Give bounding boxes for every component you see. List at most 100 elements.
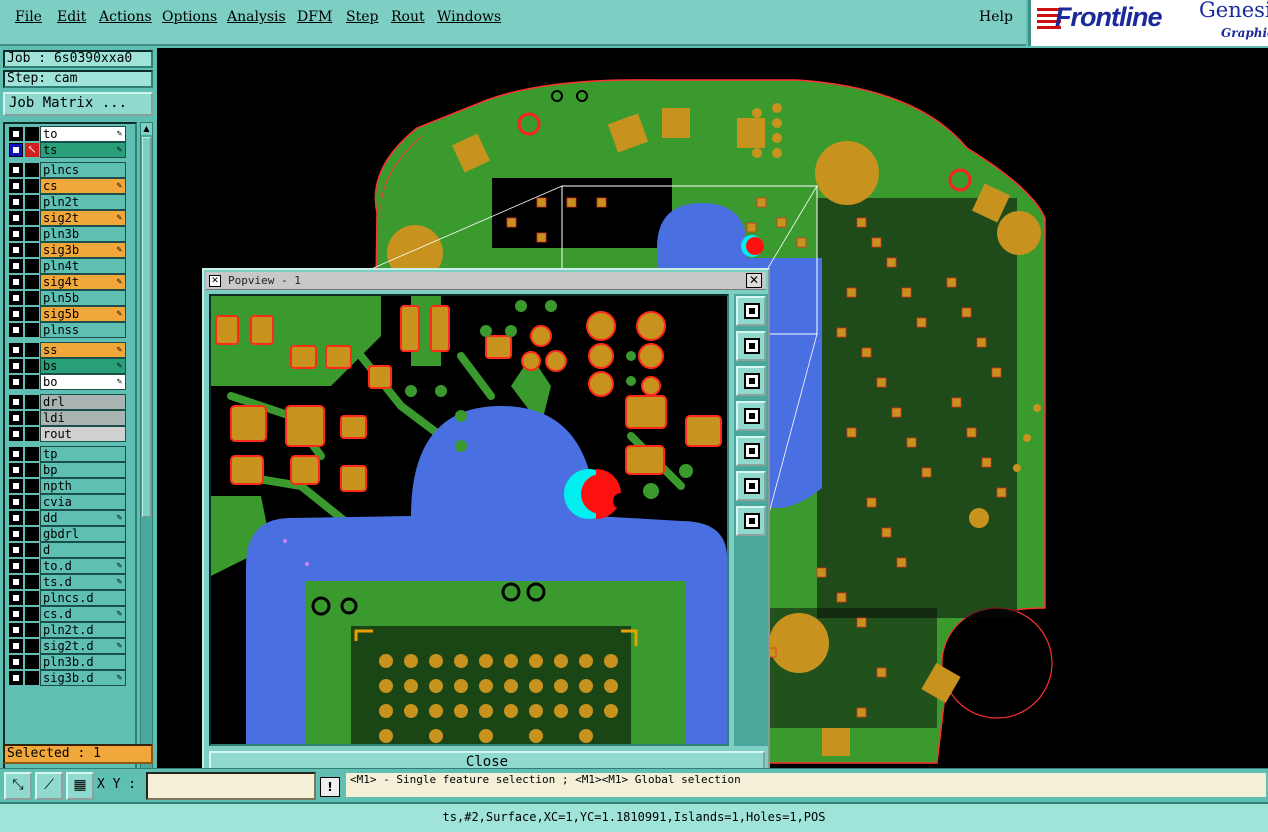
work-layer-arrow-icon[interactable]: ↖: [25, 143, 39, 157]
layer-checkbox[interactable]: [9, 307, 23, 321]
layer-row-bs[interactable]: bs ✎: [5, 358, 135, 374]
menu-step[interactable]: Step: [346, 9, 378, 25]
layer-checkbox[interactable]: [9, 211, 23, 225]
layer-name[interactable]: tp: [40, 446, 126, 462]
layer-row-cvia[interactable]: cvia: [5, 494, 135, 510]
layer-affected-indicator[interactable]: [25, 259, 39, 273]
layer-row-pln2t.d[interactable]: pln2t.d: [5, 622, 135, 638]
layer-row-pln4t[interactable]: pln4t: [5, 258, 135, 274]
layer-row-rout[interactable]: rout: [5, 426, 135, 442]
popview-titlebar[interactable]: ✕ Popview - 1 ✕: [206, 272, 766, 290]
layer-checkbox[interactable]: [9, 243, 23, 257]
layer-name[interactable]: pln5b: [40, 290, 126, 306]
layer-row-sig3b.d[interactable]: sig3b.d ✎: [5, 670, 135, 686]
layer-checkbox[interactable]: [9, 591, 23, 605]
layer-name[interactable]: npth: [40, 478, 126, 494]
layer-row-ts[interactable]: ↖ ts ✎: [5, 142, 135, 158]
layer-affected-indicator[interactable]: [25, 211, 39, 225]
layer-name[interactable]: sig3b ✎: [40, 242, 126, 258]
layer-name[interactable]: bo ✎: [40, 374, 126, 390]
layer-affected-indicator[interactable]: [25, 179, 39, 193]
layer-row-cs[interactable]: cs ✎: [5, 178, 135, 194]
scroll-up-icon[interactable]: ▲: [141, 123, 152, 135]
layer-affected-indicator[interactable]: [25, 511, 39, 525]
layer-row-npth[interactable]: npth: [5, 478, 135, 494]
layer-name[interactable]: rout: [40, 426, 126, 442]
layer-affected-indicator[interactable]: [25, 323, 39, 337]
layer-row-sig4t[interactable]: sig4t ✎: [5, 274, 135, 290]
layer-name[interactable]: sig3b.d ✎: [40, 670, 126, 686]
layer-name[interactable]: gbdrl: [40, 526, 126, 542]
layer-name[interactable]: pln3b.d: [40, 654, 126, 670]
pan-right-icon[interactable]: [736, 436, 766, 466]
layer-affected-indicator[interactable]: [25, 479, 39, 493]
layer-affected-indicator[interactable]: [25, 543, 39, 557]
layer-checkbox[interactable]: [9, 607, 23, 621]
layer-name[interactable]: pln3b: [40, 226, 126, 242]
layer-row-pln3b[interactable]: pln3b: [5, 226, 135, 242]
layer-name[interactable]: sig2t ✎: [40, 210, 126, 226]
layer-checkbox[interactable]: [9, 359, 23, 373]
zoom-in-icon[interactable]: [736, 471, 766, 501]
layer-checkbox[interactable]: [9, 511, 23, 525]
layer-checkbox[interactable]: [9, 195, 23, 209]
layer-name[interactable]: dd ✎: [40, 510, 126, 526]
layer-row-sig5b[interactable]: sig5b ✎: [5, 306, 135, 322]
menu-actions[interactable]: Actions: [99, 9, 152, 25]
layer-checkbox[interactable]: [9, 343, 23, 357]
close-icon[interactable]: ✕: [746, 273, 762, 288]
layer-checkbox[interactable]: [9, 671, 23, 685]
layer-name[interactable]: to ✎: [40, 126, 126, 142]
xy-input[interactable]: [146, 772, 316, 800]
layer-name[interactable]: to.d ✎: [40, 558, 126, 574]
layer-affected-indicator[interactable]: [25, 275, 39, 289]
layer-name[interactable]: cvia: [40, 494, 126, 510]
layer-checkbox[interactable]: [9, 463, 23, 477]
layer-name[interactable]: cs.d ✎: [40, 606, 126, 622]
layer-row-sig2t[interactable]: sig2t ✎: [5, 210, 135, 226]
layer-name[interactable]: plncs: [40, 162, 126, 178]
zoom-out-icon[interactable]: [736, 506, 766, 536]
menu-edit[interactable]: Edit: [57, 9, 86, 25]
layer-row-plncs[interactable]: plncs: [5, 162, 135, 178]
layer-checkbox[interactable]: [9, 275, 23, 289]
menu-file[interactable]: File: [15, 9, 42, 25]
layer-affected-indicator[interactable]: [25, 359, 39, 373]
pan-up-icon[interactable]: [736, 331, 766, 361]
layer-affected-indicator[interactable]: [25, 623, 39, 637]
menu-rout[interactable]: Rout: [391, 9, 425, 25]
pan-left-icon[interactable]: [736, 401, 766, 431]
layer-checkbox[interactable]: [9, 375, 23, 389]
layer-affected-indicator[interactable]: [25, 291, 39, 305]
layer-checkbox[interactable]: [9, 427, 23, 441]
layer-row-to[interactable]: to ✎: [5, 126, 135, 142]
layer-row-bp[interactable]: bp: [5, 462, 135, 478]
layer-row-pln2t[interactable]: pln2t: [5, 194, 135, 210]
scroll-thumb[interactable]: [142, 137, 151, 517]
layer-checkbox[interactable]: [9, 259, 23, 273]
layer-affected-indicator[interactable]: [25, 163, 39, 177]
layer-checkbox[interactable]: [9, 575, 23, 589]
layer-checkbox[interactable]: [9, 411, 23, 425]
layer-row-sig3b[interactable]: sig3b ✎: [5, 242, 135, 258]
layer-list-scrollbar[interactable]: ▲ ▼: [140, 122, 153, 790]
popview-zoom-view[interactable]: [209, 294, 729, 746]
layer-name[interactable]: ts ✎: [40, 142, 126, 158]
menu-help[interactable]: Help: [979, 9, 1013, 25]
layer-row-dd[interactable]: dd ✎: [5, 510, 135, 526]
layer-affected-indicator[interactable]: [25, 575, 39, 589]
layer-affected-indicator[interactable]: [25, 639, 39, 653]
popview-window[interactable]: ✕ Popview - 1 ✕ Close: [202, 268, 770, 780]
layer-checkbox[interactable]: [9, 623, 23, 637]
layer-affected-indicator[interactable]: [25, 195, 39, 209]
layer-name[interactable]: pln2t: [40, 194, 126, 210]
layer-row-pln5b[interactable]: pln5b: [5, 290, 135, 306]
menu-analysis[interactable]: Analysis: [227, 9, 286, 25]
layer-affected-indicator[interactable]: [25, 655, 39, 669]
layer-row-to.d[interactable]: to.d ✎: [5, 558, 135, 574]
layer-affected-indicator[interactable]: [25, 307, 39, 321]
pan-down-icon[interactable]: [736, 366, 766, 396]
layer-checkbox[interactable]: [9, 479, 23, 493]
layer-name[interactable]: cs ✎: [40, 178, 126, 194]
layer-checkbox[interactable]: [9, 655, 23, 669]
